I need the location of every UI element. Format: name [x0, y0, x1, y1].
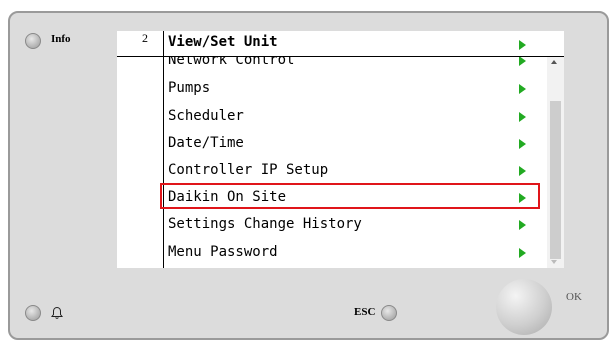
right-arrow-icon: [519, 220, 526, 230]
menu-item-network-control[interactable]: Network Control: [117, 57, 547, 75]
screen-title: View/Set Unit: [168, 34, 278, 50]
scrollbar[interactable]: [547, 57, 564, 268]
ok-knob-button[interactable]: [496, 279, 552, 335]
right-arrow-icon: [519, 166, 526, 176]
menu-item-label: Menu Password: [168, 244, 278, 260]
menu-item-date-time[interactable]: Date/Time: [117, 130, 547, 158]
menu-item-label: Scheduler: [168, 108, 244, 124]
bell-icon: [51, 306, 63, 319]
menu-item-controller-ip-setup[interactable]: Controller IP Setup: [117, 157, 547, 185]
page-number: 2: [142, 31, 148, 45]
right-arrow-icon: [519, 248, 526, 258]
menu-item-scheduler[interactable]: Scheduler: [117, 103, 547, 131]
title-arrow-icon: [519, 40, 526, 50]
esc-button[interactable]: [381, 305, 397, 321]
menu-item-label: Settings Change History: [168, 216, 362, 232]
scrollbar-thumb[interactable]: [550, 101, 561, 259]
menu-item-label: Network Control: [168, 57, 295, 68]
display-screen: 2 View/Set Unit Network Control Pumps Sc…: [117, 31, 564, 268]
menu-item-label: Date/Time: [168, 135, 244, 151]
menu-item-menu-password[interactable]: Menu Password: [117, 239, 547, 267]
info-label: Info: [51, 33, 71, 45]
menu-item-settings-change-history[interactable]: Settings Change History: [117, 211, 547, 239]
alarm-led-button[interactable]: [25, 305, 41, 321]
selection-highlight: [160, 183, 540, 209]
right-arrow-icon: [519, 139, 526, 149]
menu-item-label: Pumps: [168, 80, 211, 96]
right-arrow-icon: [519, 84, 526, 94]
menu-item-label: Controller IP Setup: [168, 162, 329, 178]
info-led-button[interactable]: [25, 33, 41, 49]
ok-label: OK: [566, 291, 582, 303]
menu-item-pumps[interactable]: Pumps: [117, 75, 547, 103]
scroll-down-icon[interactable]: [551, 260, 557, 264]
right-arrow-icon: [519, 112, 526, 122]
scroll-up-icon[interactable]: [551, 60, 557, 64]
right-arrow-icon: [519, 57, 526, 66]
menu-list: Network Control Pumps Scheduler Date/Tim…: [117, 57, 547, 268]
esc-label: ESC: [354, 306, 376, 318]
